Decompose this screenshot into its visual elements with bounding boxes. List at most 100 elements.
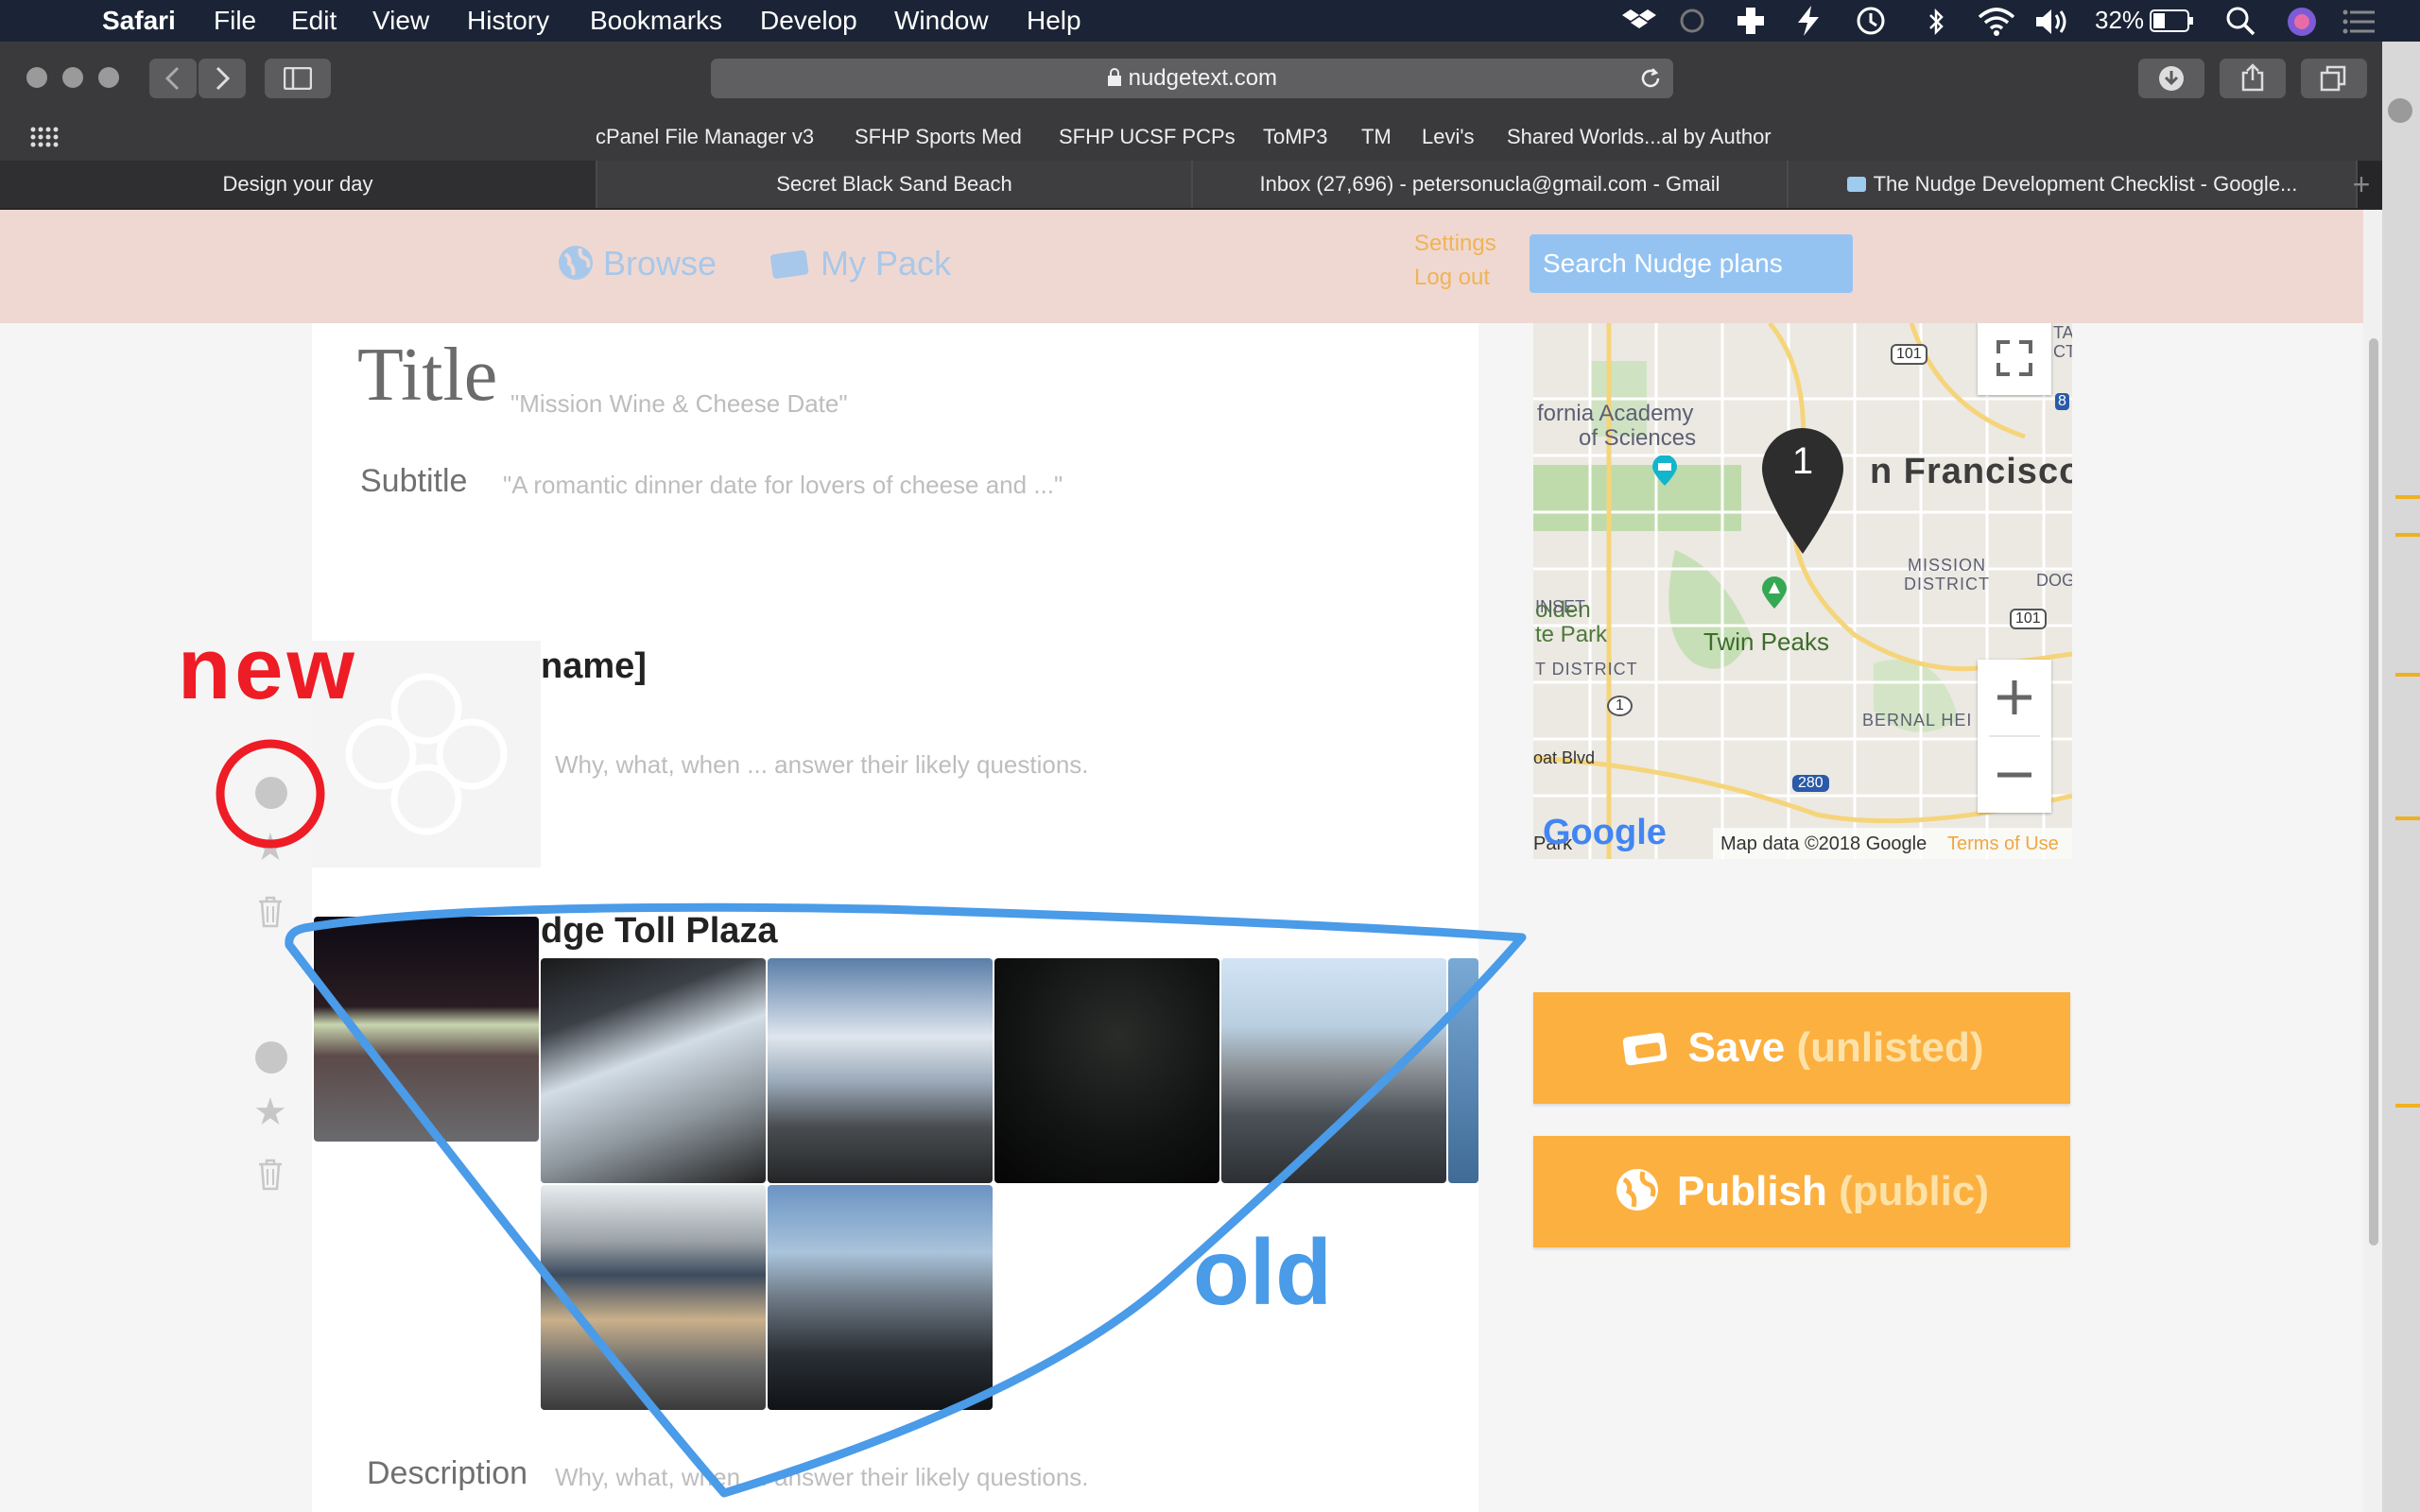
tab-label: Inbox (27,696) - petersonucla@gmail.com … xyxy=(1259,172,1720,196)
sync-icon[interactable] xyxy=(1679,8,1705,34)
my-pack-link[interactable]: My Pack xyxy=(769,244,951,284)
map-label-academy2: of Sciences xyxy=(1579,425,1697,451)
tab-design-your-day[interactable]: Design your day xyxy=(0,161,597,208)
logout-link[interactable]: Log out xyxy=(1414,265,1490,291)
siri-icon[interactable] xyxy=(2286,6,2318,38)
map-label-dog: DOG xyxy=(2036,571,2072,590)
map-label-ct: CT xyxy=(2053,342,2072,361)
wifi-icon[interactable] xyxy=(1978,8,2015,36)
menu-history[interactable]: History xyxy=(467,6,549,36)
globe-icon xyxy=(1616,1169,1658,1211)
subtitle-input[interactable]: "A romantic dinner date for lovers of ch… xyxy=(503,471,1063,500)
map-label-academy: fornia Academy xyxy=(1537,401,1694,426)
reload-icon[interactable] xyxy=(1639,67,1662,90)
pack-icon xyxy=(770,249,809,279)
menu-app-name[interactable]: Safari xyxy=(102,6,176,36)
highway-280-shield: 280 xyxy=(1792,775,1829,792)
map-zoom-in-button[interactable] xyxy=(1978,660,2051,735)
pin-number: 1 xyxy=(1791,440,1814,482)
zoom-window-button[interactable] xyxy=(98,67,119,88)
close-window-button[interactable] xyxy=(26,67,47,88)
menu-edit[interactable]: Edit xyxy=(291,6,337,36)
map-label-t-district: T DISTRICT xyxy=(1535,660,1638,679)
annotation-new-circle xyxy=(216,739,325,849)
tab-secret-black-sand-beach[interactable]: Secret Black Sand Beach xyxy=(597,161,1193,208)
back-button[interactable] xyxy=(149,59,197,98)
download-icon xyxy=(2159,66,2184,91)
share-icon xyxy=(2241,63,2264,92)
menu-file[interactable]: File xyxy=(214,6,256,36)
tab-label: Secret Black Sand Beach xyxy=(776,172,1012,196)
bookmark-sfhp-ucsf[interactable]: SFHP UCSF PCPs xyxy=(1059,125,1236,149)
menu-help[interactable]: Help xyxy=(1027,6,1081,36)
pack-icon xyxy=(1622,1032,1667,1066)
map-zoom-controls xyxy=(1978,660,2051,813)
google-logo-text: Google xyxy=(1543,813,1667,852)
bookmark-tm[interactable]: TM xyxy=(1361,125,1392,149)
my-pack-label: My Pack xyxy=(821,244,952,283)
time-machine-icon[interactable] xyxy=(1855,6,1887,36)
menu-window[interactable]: Window xyxy=(894,6,989,36)
address-bar[interactable]: nudgetext.com xyxy=(711,59,1673,98)
menu-view[interactable]: View xyxy=(372,6,429,36)
new-tab-button[interactable]: + xyxy=(2341,161,2382,208)
notification-center-icon[interactable] xyxy=(2342,9,2377,34)
downloads-button[interactable] xyxy=(2138,59,2204,98)
step-description-input[interactable]: Why, what, when ... answer their likely … xyxy=(555,750,1089,780)
browse-link[interactable]: Browse xyxy=(558,244,717,284)
save-button[interactable]: Save (unlisted) xyxy=(1533,992,2070,1104)
battery-percent: 32% xyxy=(2095,6,2145,34)
map-terms-link[interactable]: Terms of Use xyxy=(1947,833,2059,855)
bookmark-shared-worlds[interactable]: Shared Worlds...al by Author xyxy=(1507,125,1772,149)
map-label-golden2: te Park xyxy=(1535,622,1608,647)
globe-icon xyxy=(559,246,593,280)
bookmark-cpanel[interactable]: cPanel File Manager v3 xyxy=(596,125,814,149)
share-button[interactable] xyxy=(2220,59,2286,98)
tab-gmail-inbox[interactable]: Inbox (27,696) - petersonucla@gmail.com … xyxy=(1193,161,1789,208)
step-name[interactable]: name] xyxy=(541,646,647,687)
save-label: Save xyxy=(1687,1024,1786,1071)
marker-line xyxy=(2395,495,2420,499)
map-view[interactable]: fornia Academy of Sciences n Francisco o… xyxy=(1533,323,2072,859)
map-label-twin-peaks: Twin Peaks xyxy=(1703,627,1829,656)
background-window-edge xyxy=(2382,42,2420,1512)
highway-1-shield: 1 xyxy=(1607,696,1633,716)
spotlight-search-icon[interactable] xyxy=(2225,6,2256,36)
map-fullscreen-button[interactable] xyxy=(1978,323,2051,395)
tab-label: Design your day xyxy=(222,172,373,196)
medical-cross-icon[interactable] xyxy=(1736,6,1766,36)
minus-icon xyxy=(1997,772,2031,778)
scrollbar-thumb[interactable] xyxy=(2369,338,2378,1246)
bookmark-sfhp-sports-med[interactable]: SFHP Sports Med xyxy=(855,125,1022,149)
lightning-icon[interactable] xyxy=(1796,6,1821,36)
title-label: Title xyxy=(357,334,498,417)
map-zoom-out-button[interactable] xyxy=(1978,737,2051,813)
volume-icon[interactable] xyxy=(2034,8,2070,36)
publish-button[interactable]: Publish (public) xyxy=(1533,1136,2070,1247)
bookmark-tomp3[interactable]: ToMP3 xyxy=(1263,125,1327,149)
bluetooth-icon[interactable] xyxy=(1927,8,1945,36)
tabs-overview-button[interactable] xyxy=(2301,59,2367,98)
minimize-window-button[interactable] xyxy=(62,67,83,88)
bookmark-levis[interactable]: Levi's xyxy=(1422,125,1475,149)
menu-bookmarks[interactable]: Bookmarks xyxy=(590,6,722,36)
park-marker-icon xyxy=(1762,576,1787,609)
chevron-right-icon xyxy=(216,66,231,91)
annotation-new-label: new xyxy=(178,621,358,717)
fullscreen-icon xyxy=(1996,340,2032,376)
sidebar-toggle-button[interactable] xyxy=(265,59,331,98)
forward-button[interactable] xyxy=(199,59,246,98)
dropbox-icon[interactable] xyxy=(1622,8,1656,36)
menu-develop[interactable]: Develop xyxy=(760,6,857,36)
tab-bar: Design your day Secret Black Sand Beach … xyxy=(0,161,2382,210)
page-scrollbar[interactable] xyxy=(2363,210,2382,1512)
settings-link[interactable]: Settings xyxy=(1414,231,1496,257)
search-input[interactable] xyxy=(1530,234,1853,293)
title-input[interactable]: "Mission Wine & Cheese Date" xyxy=(510,389,848,419)
location-pin[interactable]: 1 xyxy=(1760,427,1845,556)
annotation-old-outline xyxy=(285,902,1527,1498)
marker-line xyxy=(2395,816,2420,820)
tab-nudge-checklist[interactable]: The Nudge Development Checklist - Google… xyxy=(1789,161,2358,208)
battery-icon[interactable] xyxy=(2150,9,2195,32)
grid-apps-icon[interactable] xyxy=(30,127,59,147)
